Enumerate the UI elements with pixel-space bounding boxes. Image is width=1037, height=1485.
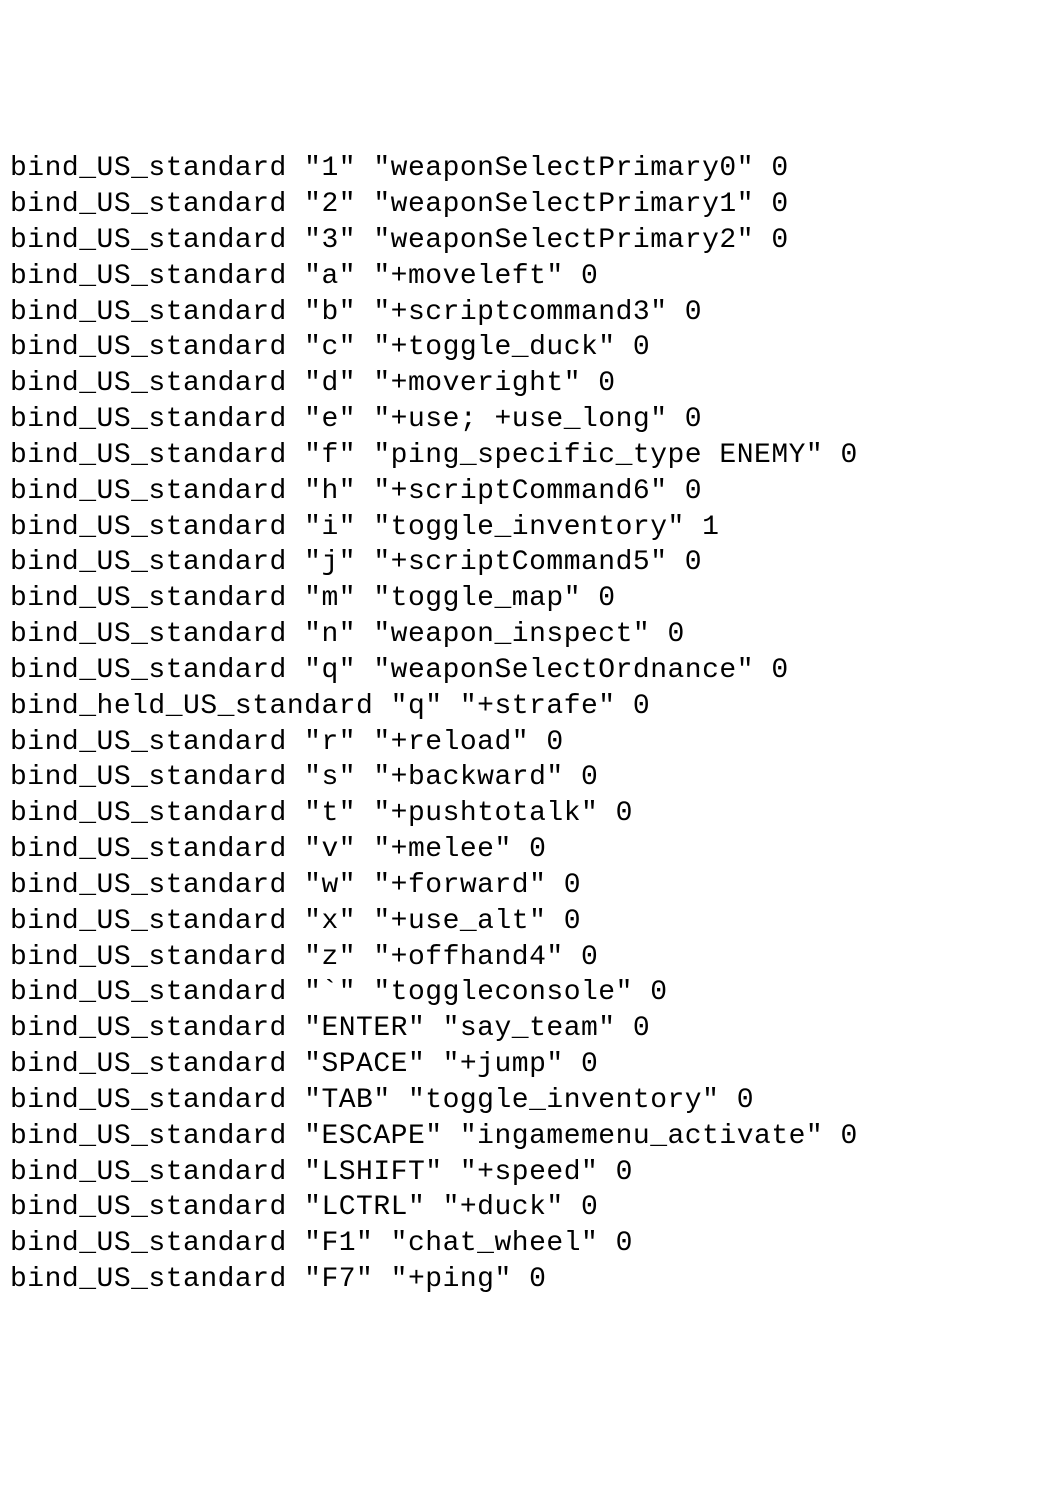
config-line: bind_US_standard "F7" "+ping" 0 — [10, 1262, 1027, 1298]
config-line: bind_US_standard "e" "+use; +use_long" 0 — [10, 402, 1027, 438]
config-line: bind_US_standard "i" "toggle_inventory" … — [10, 510, 1027, 546]
config-line: bind_US_standard "n" "weapon_inspect" 0 — [10, 617, 1027, 653]
config-text-block: bind_US_standard "1" "weaponSelectPrimar… — [10, 151, 1027, 1298]
config-line: bind_US_standard "b" "+scriptcommand3" 0 — [10, 295, 1027, 331]
config-line: bind_US_standard "r" "+reload" 0 — [10, 725, 1027, 761]
config-line: bind_US_standard "q" "weaponSelectOrdnan… — [10, 653, 1027, 689]
config-line: bind_US_standard "m" "toggle_map" 0 — [10, 581, 1027, 617]
config-line: bind_US_standard "c" "+toggle_duck" 0 — [10, 330, 1027, 366]
config-line: bind_US_standard "z" "+offhand4" 0 — [10, 940, 1027, 976]
config-line: bind_US_standard "1" "weaponSelectPrimar… — [10, 151, 1027, 187]
config-line: bind_US_standard "3" "weaponSelectPrimar… — [10, 223, 1027, 259]
config-line: bind_US_standard "j" "+scriptCommand5" 0 — [10, 545, 1027, 581]
config-line: bind_US_standard "a" "+moveleft" 0 — [10, 259, 1027, 295]
config-line: bind_US_standard "h" "+scriptCommand6" 0 — [10, 474, 1027, 510]
config-line: bind_US_standard "s" "+backward" 0 — [10, 760, 1027, 796]
config-line: bind_US_standard "`" "toggleconsole" 0 — [10, 975, 1027, 1011]
config-line: bind_US_standard "LCTRL" "+duck" 0 — [10, 1190, 1027, 1226]
config-line: bind_US_standard "TAB" "toggle_inventory… — [10, 1083, 1027, 1119]
config-line: bind_US_standard "ESCAPE" "ingamemenu_ac… — [10, 1119, 1027, 1155]
config-line: bind_US_standard "t" "+pushtotalk" 0 — [10, 796, 1027, 832]
config-line: bind_US_standard "x" "+use_alt" 0 — [10, 904, 1027, 940]
config-line: bind_US_standard "2" "weaponSelectPrimar… — [10, 187, 1027, 223]
config-line: bind_US_standard "v" "+melee" 0 — [10, 832, 1027, 868]
config-line: bind_US_standard "w" "+forward" 0 — [10, 868, 1027, 904]
config-line: bind_US_standard "ENTER" "say_team" 0 — [10, 1011, 1027, 1047]
config-line: bind_US_standard "f" "ping_specific_type… — [10, 438, 1027, 474]
config-line: bind_held_US_standard "q" "+strafe" 0 — [10, 689, 1027, 725]
config-line: bind_US_standard "F1" "chat_wheel" 0 — [10, 1226, 1027, 1262]
config-line: bind_US_standard "LSHIFT" "+speed" 0 — [10, 1155, 1027, 1191]
config-line: bind_US_standard "SPACE" "+jump" 0 — [10, 1047, 1027, 1083]
config-line: bind_US_standard "d" "+moveright" 0 — [10, 366, 1027, 402]
